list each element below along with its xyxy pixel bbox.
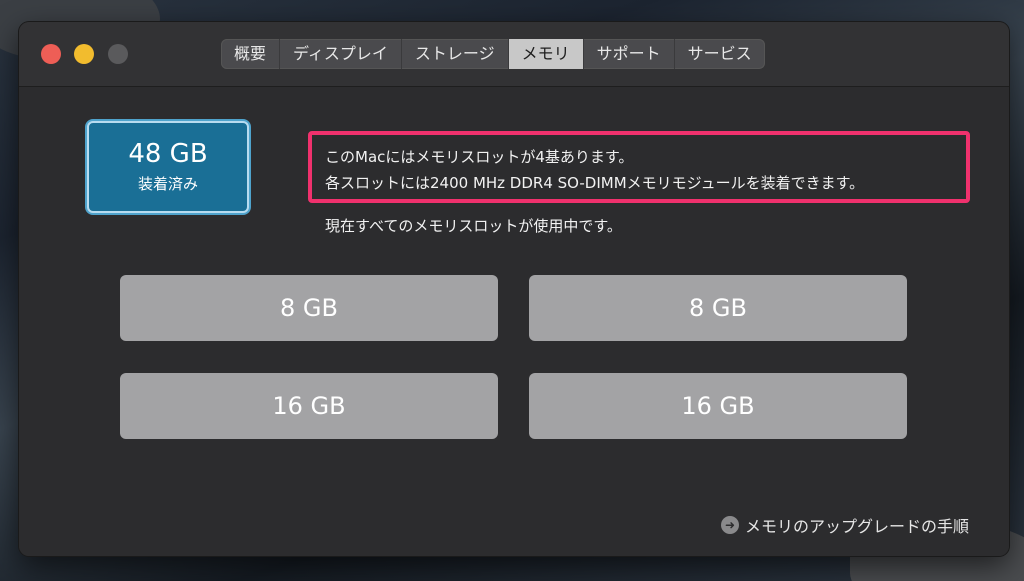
- total-memory-badge: 48 GB 装着済み: [87, 121, 249, 213]
- module-spec-text: 各スロットには2400 MHz DDR4 SO-DIMMメモリモジュールを装着で…: [325, 174, 865, 192]
- total-memory-size: 48 GB: [128, 139, 208, 169]
- tab-storage[interactable]: ストレージ: [402, 39, 509, 69]
- about-this-mac-window: 概要 ディスプレイ ストレージ メモリ サポート サービス 48 GB 装着済み…: [19, 22, 1009, 556]
- arrow-right-icon: ➜: [720, 516, 739, 534]
- tab-support[interactable]: サポート: [584, 39, 675, 69]
- memory-slot-3: 16 GB: [120, 373, 498, 439]
- tab-display[interactable]: ディスプレイ: [280, 39, 402, 69]
- tab-memory[interactable]: メモリ: [508, 39, 584, 69]
- memory-upgrade-link[interactable]: ➜ メモリのアップグレードの手順: [720, 513, 969, 537]
- memory-slot-1: 8 GB: [120, 275, 498, 341]
- memory-panel: 48 GB 装着済み このMacにはメモリスロットが4基あります。 各スロットに…: [19, 87, 1009, 556]
- tab-service[interactable]: サービス: [675, 39, 765, 69]
- total-memory-label: 装着済み: [137, 175, 198, 193]
- slot-usage-text: 現在すべてのメモリスロットが使用中です。: [325, 217, 622, 235]
- minimize-button[interactable]: [74, 44, 94, 64]
- titlebar: 概要 ディスプレイ ストレージ メモリ サポート サービス: [19, 22, 1009, 87]
- memory-slot-4: 16 GB: [529, 373, 907, 439]
- memory-slot-2: 8 GB: [529, 275, 907, 341]
- tab-bar: 概要 ディスプレイ ストレージ メモリ サポート サービス: [221, 39, 765, 69]
- tab-overview[interactable]: 概要: [221, 39, 281, 69]
- memory-upgrade-label: メモリのアップグレードの手順: [744, 517, 969, 536]
- close-button[interactable]: [41, 44, 61, 64]
- zoom-button[interactable]: [108, 44, 128, 64]
- slot-count-text: このMacにはメモリスロットが4基あります。: [325, 148, 634, 166]
